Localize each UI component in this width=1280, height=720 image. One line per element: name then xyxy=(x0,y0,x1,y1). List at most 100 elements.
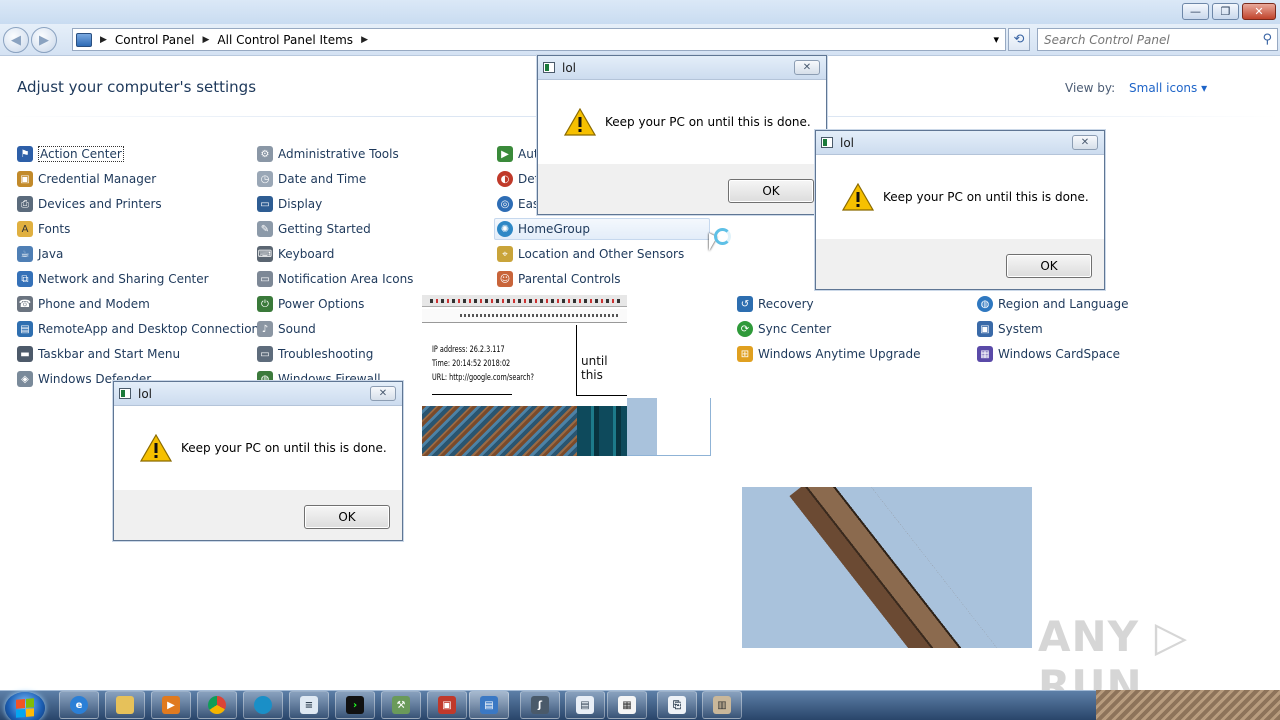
recovery-icon: ↺ xyxy=(737,296,753,312)
item-label: Location and Other Sensors xyxy=(518,247,685,261)
start-button[interactable] xyxy=(5,692,45,720)
close-button[interactable]: ✕ xyxy=(1242,3,1276,20)
message-dialog[interactable]: lol ✕ Keep your PC on until this is done… xyxy=(537,55,827,215)
taskbar-media-player-button[interactable]: ▶ xyxy=(151,691,191,719)
cp-item-remoteapp[interactable]: ▤ RemoteApp and Desktop Connections xyxy=(17,318,265,340)
minimize-button[interactable]: — xyxy=(1182,3,1209,20)
view-by-dropdown[interactable]: Small icons ▾ xyxy=(1129,81,1207,95)
taskbar-toolbox-button[interactable]: ▣ xyxy=(427,691,467,719)
taskbar-cmd-button[interactable]: › xyxy=(335,691,375,719)
cp-item-taskbar-start[interactable]: ▬ Taskbar and Start Menu xyxy=(17,343,180,365)
cp-item-keyboard[interactable]: ⌨ Keyboard xyxy=(257,243,334,265)
cp-item-cardspace[interactable]: ▦ Windows CardSpace xyxy=(977,343,1120,365)
taskbar-file-button[interactable]: ⎘ xyxy=(657,691,697,719)
breadcrumb-control-panel[interactable]: Control Panel xyxy=(115,33,195,47)
dialog-message: Keep your PC on until this is done. xyxy=(883,190,1089,204)
printer-icon: ⎙ xyxy=(17,196,33,212)
cp-item-power-options[interactable]: ⏻ Power Options xyxy=(257,293,364,315)
dialog-body: Keep your PC on until this is done. xyxy=(538,80,826,164)
item-label: Date and Time xyxy=(278,172,367,186)
cp-item-system[interactable]: ▣ System xyxy=(977,318,1043,340)
glitch-texture xyxy=(422,406,577,456)
dialog-close-button[interactable]: ✕ xyxy=(1072,135,1098,150)
item-label: Region and Language xyxy=(998,297,1129,311)
dialog-title: lol xyxy=(138,387,153,401)
homegroup-icon: ✺ xyxy=(497,221,513,237)
cp-item-admin-tools[interactable]: ⚙ Administrative Tools xyxy=(257,143,399,165)
refresh-button[interactable]: ⟲ xyxy=(1008,28,1030,51)
glitch-texture xyxy=(577,406,627,456)
taskbar-icon: ▬ xyxy=(17,346,33,362)
cp-item-homegroup[interactable]: ✺ HomeGroup xyxy=(494,218,710,240)
search-icon[interactable]: ⚲ xyxy=(1262,32,1272,47)
ok-button[interactable]: OK xyxy=(1006,254,1092,278)
taskbar-notepad-button[interactable]: ≡ xyxy=(289,691,329,719)
message-dialog[interactable]: lol ✕ Keep your PC on until this is done… xyxy=(815,130,1105,290)
cp-item-region-language[interactable]: ◍ Region and Language xyxy=(977,293,1129,315)
admin-tools-icon: ⚙ xyxy=(257,146,273,162)
cp-item-notification-icons[interactable]: ▭ Notification Area Icons xyxy=(257,268,413,290)
cp-item-parental-controls[interactable]: ☺ Parental Controls xyxy=(497,268,621,290)
getting-started-icon: ✎ xyxy=(257,221,273,237)
breadcrumb-all-items[interactable]: All Control Panel Items xyxy=(217,33,353,47)
address-bar[interactable]: ▶ Control Panel ▶ All Control Panel Item… xyxy=(72,28,1006,51)
sync-icon: ⟳ xyxy=(737,321,753,337)
cp-item-action-center[interactable]: ⚑ Action Center xyxy=(17,143,124,165)
power-icon: ⏻ xyxy=(257,296,273,312)
cp-item-autoplay[interactable]: ▶ Aut xyxy=(497,143,539,165)
item-label: Windows CardSpace xyxy=(998,347,1121,361)
taskbar-document-button[interactable]: ▤ xyxy=(565,691,605,719)
cp-item-date-time[interactable]: ◷ Date and Time xyxy=(257,168,366,190)
control-panel-icon: ▤ xyxy=(480,696,498,714)
ease-of-access-icon: ◎ xyxy=(497,196,513,212)
cp-item-anytime-upgrade[interactable]: ⊞ Windows Anytime Upgrade xyxy=(737,343,921,365)
taskbar-explorer-button[interactable] xyxy=(105,691,145,719)
cp-item-fonts[interactable]: A Fonts xyxy=(17,218,70,240)
cp-item-network-sharing[interactable]: ⧉ Network and Sharing Center xyxy=(17,268,209,290)
cp-item-display[interactable]: ▭ Display xyxy=(257,193,322,215)
taskbar-ie-button[interactable]: e xyxy=(59,691,99,719)
navigation-bar: ◀ ▶ ▶ Control Panel ▶ All Control Panel … xyxy=(0,24,1280,56)
cp-item-devices-printers[interactable]: ⎙ Devices and Printers xyxy=(17,193,162,215)
taskbar-chrome-button[interactable] xyxy=(197,691,237,719)
item-label: Windows Anytime Upgrade xyxy=(758,347,921,361)
ok-button[interactable]: OK xyxy=(728,179,814,203)
taskbar-tools-button[interactable]: ⚒ xyxy=(381,691,421,719)
dialog-close-button[interactable]: ✕ xyxy=(794,60,820,75)
cp-item-troubleshooting[interactable]: ▭ Troubleshooting xyxy=(257,343,373,365)
cp-item-sound[interactable]: ♪ Sound xyxy=(257,318,316,340)
search-input[interactable] xyxy=(1044,29,1254,50)
flag-icon: ⚑ xyxy=(17,146,33,162)
java-icon: ☕ xyxy=(17,246,33,262)
cp-item-recovery[interactable]: ↺ Recovery xyxy=(737,293,814,315)
cp-item-credential-manager[interactable]: ▣ Credential Manager xyxy=(17,168,156,190)
cp-item-phone-modem[interactable]: ☎ Phone and Modem xyxy=(17,293,150,315)
cp-item-java[interactable]: ☕ Java xyxy=(17,243,63,265)
cp-item-getting-started[interactable]: ✎ Getting Started xyxy=(257,218,371,240)
item-label: Aut xyxy=(518,147,539,161)
forward-button[interactable]: ▶ xyxy=(31,27,57,53)
item-label: Devices and Printers xyxy=(38,197,162,211)
restore-button[interactable]: ❐ xyxy=(1212,3,1239,20)
taskbar-control-panel-button[interactable]: ▤ xyxy=(469,691,509,719)
taskbar-calendar-button[interactable]: ▦ xyxy=(607,691,647,719)
item-label: System xyxy=(998,322,1043,336)
cp-item-location-sensors[interactable]: ⌖ Location and Other Sensors xyxy=(497,243,684,265)
edge-icon xyxy=(254,696,272,714)
item-label: Keyboard xyxy=(278,247,335,261)
notification-icon: ▭ xyxy=(257,271,273,287)
search-box[interactable]: ⚲ xyxy=(1037,28,1278,51)
dialog-close-button[interactable]: ✕ xyxy=(370,386,396,401)
cardspace-icon: ▦ xyxy=(977,346,993,362)
back-button[interactable]: ◀ xyxy=(3,27,29,53)
cp-item-sync-center[interactable]: ⟳ Sync Center xyxy=(737,318,831,340)
address-dropdown-icon[interactable]: ▾ xyxy=(993,33,999,46)
ok-button[interactable]: OK xyxy=(304,505,390,529)
message-dialog[interactable]: lol ✕ Keep your PC on until this is done… xyxy=(113,381,403,541)
dialog-message: Keep your PC on until this is done. xyxy=(605,115,811,129)
glitch-time-line: Time: 20:14:52 2018:02 xyxy=(432,359,511,369)
taskbar-hook-button[interactable]: ʃ xyxy=(520,691,560,719)
taskbar-archive-button[interactable]: ▥ xyxy=(702,691,742,719)
taskbar-edge-button[interactable] xyxy=(243,691,283,719)
system-tray-glitch xyxy=(1096,690,1280,720)
